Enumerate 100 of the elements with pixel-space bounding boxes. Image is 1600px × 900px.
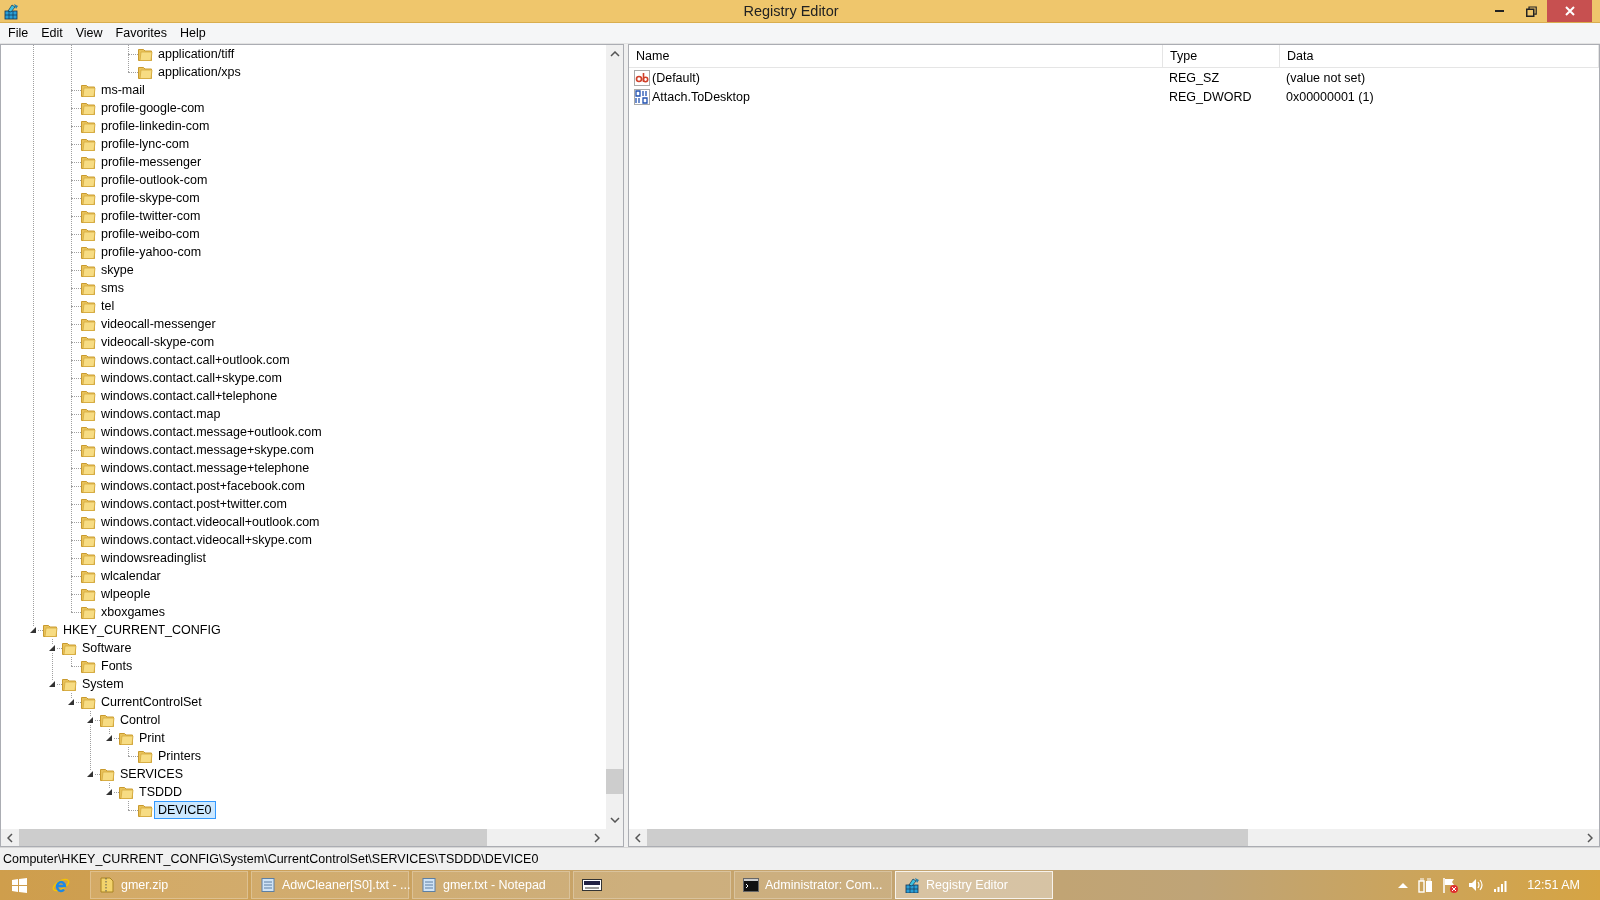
app-icon [3,2,19,20]
app-window-icon [582,877,602,893]
folder-icon [80,370,96,386]
vertical-scrollbar[interactable] [606,45,623,829]
horizontal-scrollbar[interactable] [629,829,1599,846]
window-title: Registry Editor [743,3,839,19]
tree-item[interactable]: Print [135,729,169,747]
tree-item[interactable]: windows.contact.call+telephone [97,387,282,405]
tree-item[interactable]: windows.contact.videocall+outlook.com [97,513,324,531]
menu-item[interactable]: Edit [35,26,70,40]
value-type: REG_DWORD [1168,89,1253,104]
tree-item[interactable]: profile-weibo-com [97,225,204,243]
scroll-left-icon[interactable] [7,833,13,843]
folder-icon [80,244,96,260]
tree-item[interactable]: windows.contact.call+outlook.com [97,351,294,369]
scroll-right-icon[interactable] [594,833,600,843]
tree-item[interactable]: TSDDD [135,783,187,801]
tree-item[interactable]: windows.contact.map [97,405,225,423]
tree-item[interactable]: windows.contact.videocall+skype.com [97,531,316,549]
tree-item[interactable]: application/tiff [154,45,239,63]
tree-item[interactable]: Printers [154,747,206,765]
tree-item[interactable]: xboxgames [97,603,169,621]
folder-icon [61,640,77,656]
browser-e-icon [52,876,70,894]
tree-item[interactable]: windows.contact.message+outlook.com [97,423,326,441]
folder-icon [80,442,96,458]
binary-value-icon [634,88,650,105]
tree-item[interactable]: profile-yahoo-com [97,243,206,261]
tree-item[interactable]: videocall-skype-com [97,333,219,351]
tree-item[interactable]: wlcalendar [97,567,165,585]
console-icon [743,877,759,893]
minimize-icon [1494,10,1504,12]
tree-item[interactable]: profile-messenger [97,153,206,171]
tree-item[interactable]: Control [116,711,165,729]
tree-item[interactable]: HKEY_CURRENT_CONFIG [59,621,225,639]
tree-item[interactable]: SERVICES [116,765,187,783]
folder-icon [80,550,96,566]
column-header[interactable]: Type [1163,45,1280,67]
tree-item[interactable]: sms [97,279,128,297]
windows-logo-icon [11,877,27,893]
tree-item[interactable]: skype [97,261,138,279]
tree-item[interactable]: wlpeople [97,585,155,603]
tree-item[interactable]: Fonts [97,657,137,675]
tree-item[interactable]: application/xps [154,63,245,81]
scrollbar-thumb[interactable] [647,829,1248,846]
tree-item[interactable]: tel [97,297,119,315]
zip-folder-icon [99,877,115,893]
tree-item[interactable]: profile-lync-com [97,135,194,153]
folder-icon [80,190,96,206]
close-button[interactable] [1547,0,1592,22]
scroll-left-icon[interactable] [635,833,641,843]
menu-item[interactable]: File [2,26,36,40]
tree-item[interactable]: DEVICE0 [154,801,216,819]
tree-item[interactable]: windows.contact.message+skype.com [97,441,318,459]
tree-item[interactable]: windows.contact.post+twitter.com [97,495,291,513]
tree-item[interactable]: profile-outlook-com [97,171,212,189]
tree-item[interactable]: videocall-messenger [97,315,220,333]
scroll-right-icon[interactable] [1587,833,1593,843]
tree-item[interactable]: windowsreadinglist [97,549,210,567]
folder-icon [42,622,58,638]
folder-icon [80,118,96,134]
folder-icon [80,496,96,512]
value-type: REG_SZ [1168,70,1220,85]
column-header[interactable]: Data [1280,45,1599,67]
folder-icon [80,226,96,242]
value-name[interactable]: (Default) [652,70,700,85]
folder-icon [80,388,96,404]
tree-item[interactable]: windows.contact.post+facebook.com [97,477,309,495]
tree-item[interactable]: profile-twitter-com [97,207,205,225]
taskbar-button[interactable] [573,871,731,899]
menu-item[interactable]: Help [174,26,213,40]
tree-item[interactable]: profile-linkedin-com [97,117,214,135]
tree-item[interactable]: profile-google-com [97,99,209,117]
tree-item[interactable]: Software [78,639,136,657]
scroll-down-icon[interactable] [610,817,620,823]
value-name[interactable]: Attach.ToDesktop [652,89,750,104]
scroll-up-icon[interactable] [610,51,620,57]
horizontal-scrollbar[interactable] [1,829,606,846]
tree-item[interactable]: System [78,675,128,693]
tree-item[interactable]: CurrentControlSet [97,693,206,711]
folder-icon [80,334,96,350]
folder-icon [80,154,96,170]
folder-icon [118,784,134,800]
folder-icon [61,676,77,692]
folder-icon [80,694,96,710]
tree-item[interactable]: windows.contact.call+skype.com [97,369,286,387]
tree-item[interactable]: profile-skype-com [97,189,204,207]
menu-item[interactable]: Favorites [109,26,174,40]
tree-item[interactable]: ms-mail [97,81,149,99]
folder-icon [80,586,96,602]
menu-item[interactable]: View [69,26,110,40]
value-data: 0x00000001 (1) [1285,89,1375,104]
scrollbar-thumb[interactable] [606,769,623,794]
flag-error-icon[interactable] [1442,876,1460,894]
folder-icon [99,712,115,728]
folder-icon [80,298,96,314]
scrollbar-thumb[interactable] [19,829,487,846]
folder-icon [80,478,96,494]
tree-item[interactable]: windows.contact.message+telephone [97,459,314,477]
column-header[interactable]: Name [629,45,1163,67]
